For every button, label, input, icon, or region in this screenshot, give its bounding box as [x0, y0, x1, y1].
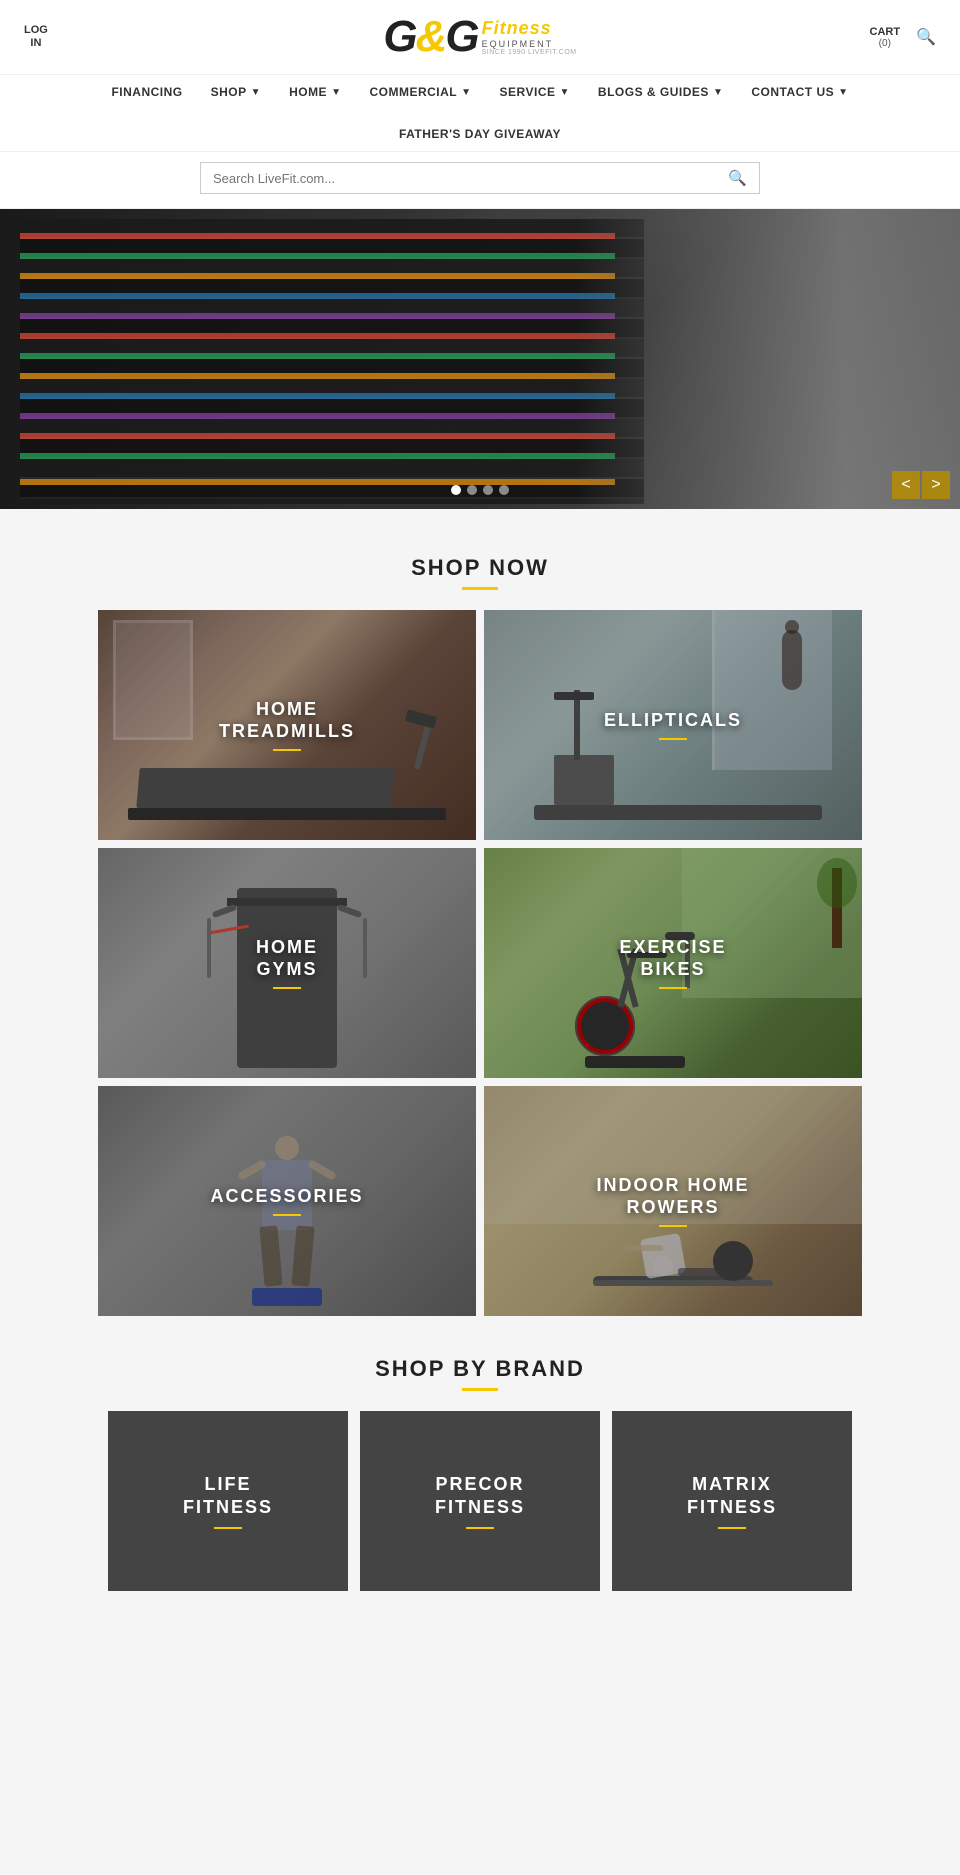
nav-giveaway[interactable]: FATHER'S DAY GIVEAWAY [399, 127, 561, 141]
gyms-label: HOMEGYMS [256, 937, 318, 980]
nav-service[interactable]: SERVICE ▼ [500, 85, 570, 99]
treadmill-overlay: HOMETREADMILLS [98, 610, 476, 840]
search-bar: 🔍 [200, 162, 760, 194]
log-in-button[interactable]: LOG IN [24, 24, 48, 50]
search-bar-area: 🔍 [0, 152, 960, 209]
brand-card-life-fitness[interactable]: LIFEFITNESS [108, 1411, 348, 1591]
nav-financing[interactable]: FINANCING [111, 85, 182, 99]
product-card-treadmill[interactable]: HOMETREADMILLS [98, 610, 476, 840]
brand-grid: LIFEFITNESS PRECORFITNESS MATRIXFITNESS [100, 1411, 860, 1591]
search-submit-button[interactable]: 🔍 [728, 169, 747, 187]
hero-dot-4[interactable] [499, 485, 509, 495]
hero-dot-3[interactable] [483, 485, 493, 495]
accessories-underline [273, 1214, 301, 1216]
rowers-overlay: INDOOR HOMEROWERS [484, 1086, 862, 1316]
nav-blogs[interactable]: BLOGS & GUIDES ▼ [598, 85, 723, 99]
logo[interactable]: G&G Fitness Equipment SINCE 1990 LIVEFIT… [144, 12, 816, 62]
hero-dots [451, 485, 509, 495]
hero-next-button[interactable]: > [922, 471, 950, 499]
site-header: LOG IN G&G Fitness Equipment SINCE 1990 … [0, 0, 960, 75]
hero-prev-button[interactable]: < [892, 471, 920, 499]
treadmill-underline [273, 749, 301, 751]
nav-commercial[interactable]: COMMERCIAL ▼ [369, 85, 471, 99]
accessories-label: ACCESSORIES [210, 1186, 363, 1208]
life-fitness-underline [214, 1527, 242, 1529]
accessories-overlay: ACCESSORIES [98, 1086, 476, 1316]
matrix-underline [718, 1527, 746, 1529]
rowers-underline [659, 1225, 687, 1227]
cart-button[interactable]: CART (0) [870, 26, 901, 49]
product-card-bikes[interactable]: EXERCISEBIKES [484, 848, 862, 1078]
product-card-rowers[interactable]: INDOOR HOMEROWERS [484, 1086, 862, 1316]
shop-now-underline [462, 587, 498, 590]
nav-contact[interactable]: CONTACT US ▼ [751, 85, 848, 99]
search-input[interactable] [213, 171, 728, 186]
hero-dot-1[interactable] [451, 485, 461, 495]
bikes-overlay: EXERCISEBIKES [484, 848, 862, 1078]
brand-card-matrix[interactable]: MATRIXFITNESS [612, 1411, 852, 1591]
product-card-accessories[interactable]: ACCESSORIES [98, 1086, 476, 1316]
product-card-elliptical[interactable]: ELLIPTICALS [484, 610, 862, 840]
shop-by-brand-title: SHOP BY BRAND [0, 1356, 960, 1382]
gyms-overlay: HOMEGYMS [98, 848, 476, 1078]
bikes-underline [659, 987, 687, 989]
elliptical-label: ELLIPTICALS [604, 710, 742, 732]
elliptical-overlay: ELLIPTICALS [484, 610, 862, 840]
search-icon[interactable]: 🔍 [916, 27, 936, 47]
precor-underline [466, 1527, 494, 1529]
product-card-gyms[interactable]: HOMEGYMS [98, 848, 476, 1078]
brand-card-precor[interactable]: PRECORFITNESS [360, 1411, 600, 1591]
hero-dot-2[interactable] [467, 485, 477, 495]
shop-now-title: SHOP NOW [0, 555, 960, 581]
precor-label: PRECORFITNESS [435, 1473, 525, 1520]
nav-shop[interactable]: SHOP ▼ [211, 85, 261, 99]
product-grid: HOMETREADMILLS ELLIPTICALS [90, 610, 870, 1316]
main-nav: FINANCING SHOP ▼ HOME ▼ COMMERCIAL ▼ SER… [0, 75, 960, 152]
treadmill-label: HOMETREADMILLS [219, 699, 355, 742]
nav-home[interactable]: HOME ▼ [289, 85, 341, 99]
elliptical-underline [659, 738, 687, 740]
gyms-underline [273, 987, 301, 989]
brand-underline [462, 1388, 498, 1391]
life-fitness-label: LIFEFITNESS [183, 1473, 273, 1520]
matrix-label: MATRIXFITNESS [687, 1473, 777, 1520]
hero-banner: < > [0, 209, 960, 509]
rowers-label: INDOOR HOMEROWERS [596, 1175, 749, 1218]
bikes-label: EXERCISEBIKES [619, 937, 726, 980]
